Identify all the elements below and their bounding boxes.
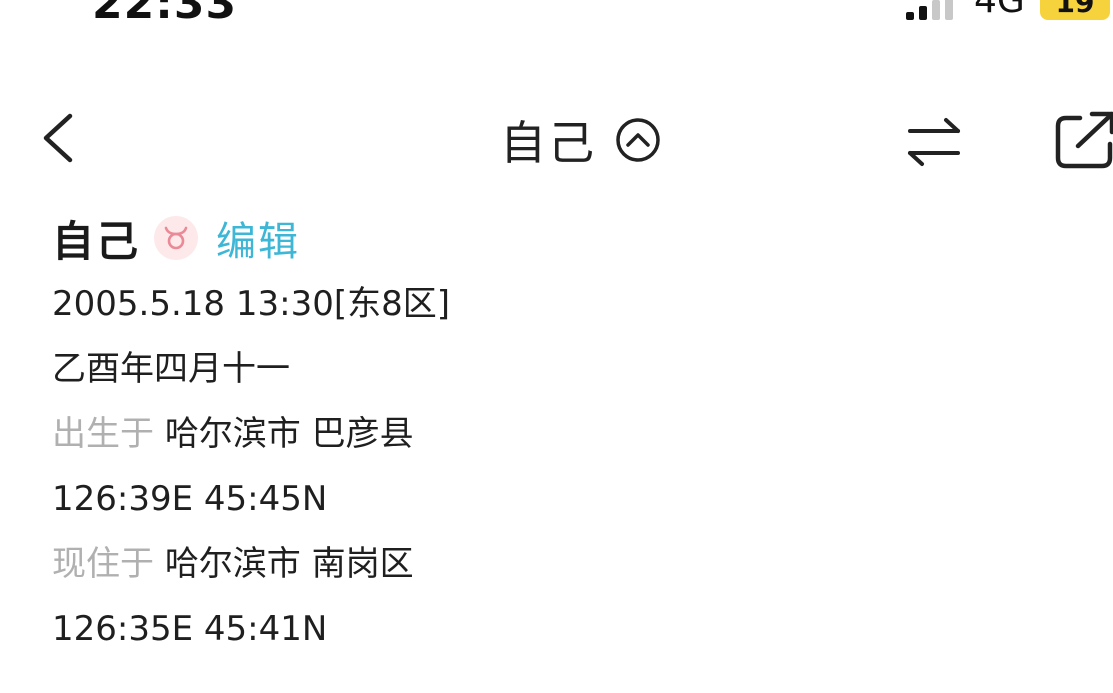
share-icon[interactable] [1054, 110, 1113, 170]
edit-link[interactable]: 编辑 [216, 209, 300, 267]
residence-value: 哈尔滨市 南岗区 [164, 544, 414, 584]
birthplace-row: 出生于 哈尔滨市 巴彦县 [52, 402, 450, 467]
profile-name: 自己 [52, 216, 141, 266]
chevron-up-circle-icon [616, 118, 660, 162]
profile-card: 自己 编辑 2005.5.18 13:30[东8区] 乙酉年四月十一 出生于 哈… [52, 210, 450, 662]
lunar-date: 乙酉年四月十一 [52, 349, 290, 389]
residence-label: 现住于 [52, 544, 154, 584]
residence-coordinates: 126:35E 45:41N [52, 609, 328, 649]
cellular-signal-icon [906, 0, 953, 20]
status-time: 22:33 [92, 0, 238, 29]
residence-row: 现住于 哈尔滨市 南岗区 [52, 532, 450, 597]
birth-datetime: 2005.5.18 13:30[东8区] [52, 284, 450, 324]
taurus-icon [154, 216, 199, 260]
profile-switcher[interactable]: 自己 [500, 112, 662, 170]
birthplace-value: 哈尔滨市 巴彦县 [164, 414, 414, 454]
network-type: 4G [974, 0, 1025, 21]
battery-indicator: 19 [1040, 0, 1110, 20]
swap-icon[interactable] [904, 114, 964, 170]
birth-coordinates: 126:39E 45:45N [52, 479, 328, 519]
back-arrow-icon[interactable] [36, 110, 84, 166]
birthplace-label: 出生于 [52, 414, 154, 454]
status-bar: 22:33 4G 19 [0, 0, 1113, 30]
name-row: 自己 编辑 [52, 210, 450, 266]
page-title: 自己 [500, 116, 596, 170]
